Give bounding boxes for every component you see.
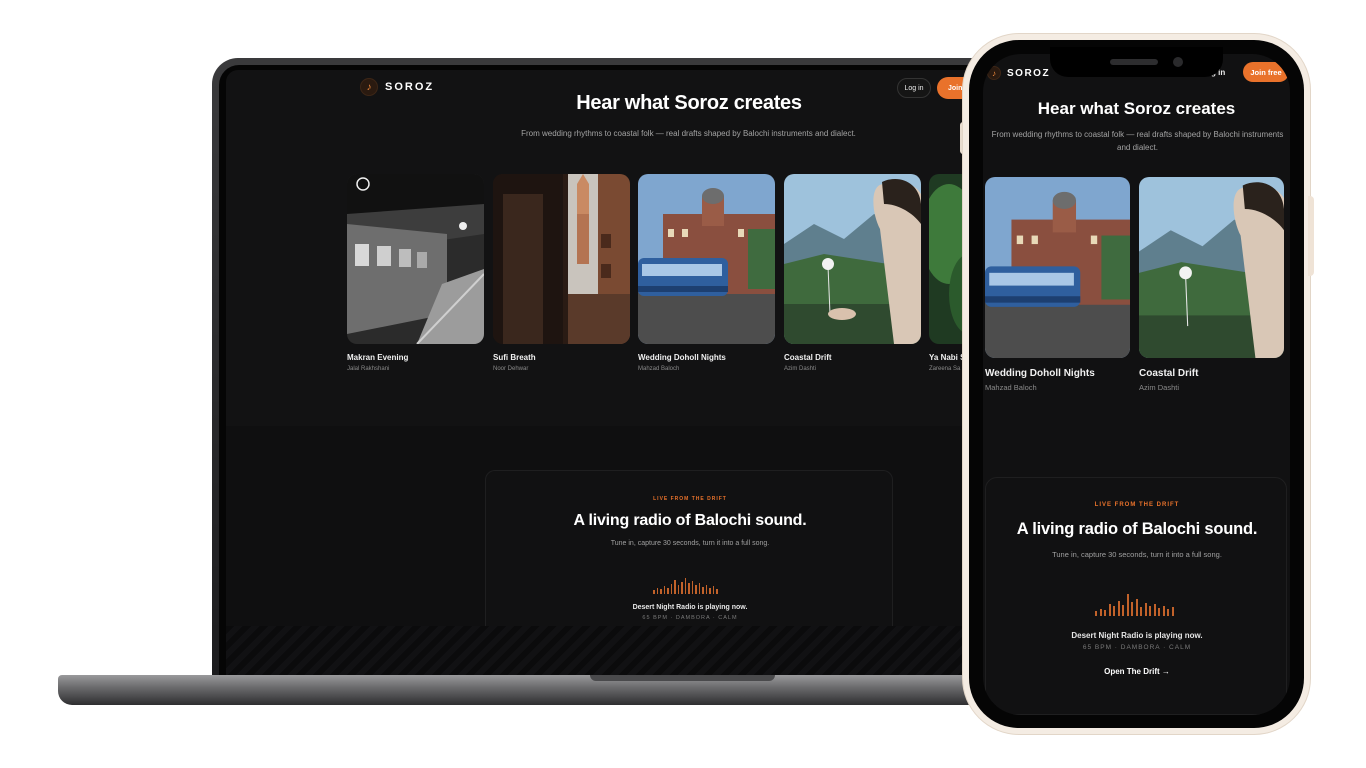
- track-artwork: [347, 174, 484, 344]
- audio-waveform: [653, 576, 718, 594]
- brand-logo[interactable]: ♪ SOROZ: [987, 66, 1050, 80]
- track-artist: Azim Dashti: [784, 366, 817, 372]
- radio-heading: A living radio of Balochi sound.: [573, 512, 807, 529]
- radio-card: LIVE FROM THE DRIFT A living radio of Ba…: [485, 470, 893, 626]
- radio-card: LIVE FROM THE DRIFT A living radio of Ba…: [985, 477, 1287, 715]
- track-title: Sufi Breath: [493, 353, 536, 362]
- track-title: Coastal Drift: [784, 353, 832, 362]
- laptop-hinge-notch: [590, 675, 775, 681]
- track-card[interactable]: Coastal Drift Azim Dashti: [784, 174, 921, 372]
- track-card[interactable]: Wedding Doholl Nights Mahzad Baloch: [985, 177, 1130, 392]
- laptop-keyboard-reflection: [226, 626, 1006, 676]
- open-the-drift-link[interactable]: Open The Drift →: [986, 667, 1288, 676]
- page-subtitle: From wedding rhythms to coastal folk — r…: [991, 130, 1284, 152]
- track-card[interactable]: Sufi Breath Noor Dehwar: [493, 174, 630, 372]
- phone-side-button: [1308, 196, 1314, 276]
- track-title: Makran Evening: [347, 353, 409, 362]
- page-title: Hear what Soroz creates: [576, 92, 802, 114]
- brand-name: SOROZ: [1007, 67, 1051, 79]
- phone-screen: ♪ SOROZ g in Join free Hear what Soroz c…: [983, 54, 1290, 715]
- radio-subheading: Tune in, capture 30 seconds, turn it int…: [1052, 550, 1222, 559]
- phone-speaker-grille: [1110, 59, 1158, 65]
- phone-camera-icon: [1173, 57, 1183, 67]
- track-meta: 65 BPM · DAMBORA · CALM: [1082, 644, 1192, 651]
- track-artist: Noor Dehwar: [493, 366, 529, 372]
- radio-kicker: LIVE FROM THE DRIFT: [653, 496, 727, 502]
- track-title: Wedding Doholl Nights: [985, 368, 1095, 379]
- track-card[interactable]: Coastal Drift Azim Dashti: [1139, 177, 1284, 392]
- radio-subheading: Tune in, capture 30 seconds, turn it int…: [610, 540, 770, 547]
- page-subtitle: From wedding rhythms to coastal folk — r…: [521, 129, 856, 138]
- track-card[interactable]: Wedding Doholl Nights Mahzad Baloch: [638, 174, 775, 372]
- track-artwork: [1139, 177, 1284, 358]
- page-title: Hear what Soroz creates: [1037, 99, 1236, 118]
- track-card[interactable]: Makran Evening Jalal Rakhshani: [347, 174, 484, 372]
- track-artist: Azim Dashti: [1139, 383, 1180, 392]
- audio-waveform: [1095, 592, 1174, 616]
- track-title: Wedding Doholl Nights: [638, 353, 726, 362]
- laptop-base: [58, 675, 1018, 705]
- track-meta: 65 BPM · DAMBORA · CALM: [642, 615, 738, 621]
- track-artwork: [985, 177, 1130, 358]
- radio-kicker: LIVE FROM THE DRIFT: [1094, 502, 1180, 508]
- radio-heading: A living radio of Balochi sound.: [1016, 520, 1258, 538]
- now-playing-text: Desert Night Radio is playing now.: [1071, 631, 1203, 640]
- now-playing-text: Desert Night Radio is playing now.: [632, 604, 748, 611]
- track-artist: Mahzad Baloch: [985, 383, 1037, 392]
- music-note-icon: ♪: [987, 66, 1001, 80]
- track-artwork: [784, 174, 921, 344]
- track-title: Coastal Drift: [1139, 368, 1199, 379]
- track-artist: Mahzad Baloch: [638, 366, 680, 372]
- track-artist: Jalal Rakhshani: [347, 366, 390, 372]
- track-artwork: [493, 174, 630, 344]
- track-artwork: [638, 174, 775, 344]
- join-free-button[interactable]: Join free: [1243, 62, 1289, 82]
